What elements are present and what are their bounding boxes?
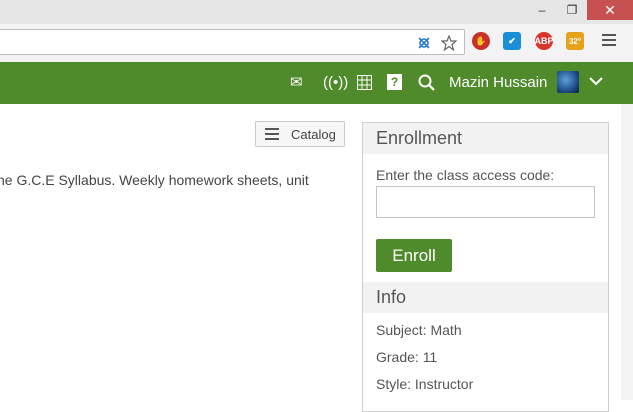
page-edge xyxy=(621,104,633,400)
calendar-icon[interactable] xyxy=(357,75,372,90)
search-icon[interactable] xyxy=(418,74,435,91)
broadcast-icon[interactable]: ((•)) xyxy=(323,74,348,92)
mail-icon[interactable]: ✉ xyxy=(290,74,303,92)
enrollment-title: Enrollment xyxy=(363,123,608,154)
minimize-button[interactable]: – xyxy=(527,0,557,20)
style-text: Style: Instructor xyxy=(376,376,474,392)
catalog-button[interactable]: Catalog xyxy=(255,121,345,147)
menu-icon xyxy=(265,125,279,143)
chevron-down-icon[interactable] xyxy=(589,76,603,86)
translate-icon[interactable] xyxy=(417,35,433,51)
avatar[interactable] xyxy=(557,71,579,93)
browser-menu-icon[interactable] xyxy=(602,34,616,49)
adblock-icon[interactable]: ABP xyxy=(535,32,554,50)
weather-icon[interactable]: 32° xyxy=(566,32,584,50)
access-code-input[interactable] xyxy=(376,186,595,218)
browser-toolbar: ✋ ✔ ABP 32° xyxy=(0,24,633,63)
app-header: ✉ ((•)) ? Mazin Hussain xyxy=(0,62,633,104)
window-controls: – ❐ ✕ xyxy=(527,0,633,20)
enroll-button[interactable]: Enroll xyxy=(376,239,452,272)
catalog-label: Catalog xyxy=(291,126,336,142)
help-icon[interactable]: ? xyxy=(387,74,402,90)
enrollment-panel: Enrollment Enter the class access code: … xyxy=(362,122,609,412)
ticket-icon[interactable]: ✔ xyxy=(503,32,521,50)
window-titlebar: – ❐ ✕ xyxy=(0,0,633,24)
user-name[interactable]: Mazin Hussain xyxy=(449,74,547,92)
restore-button[interactable]: ❐ xyxy=(557,0,587,20)
access-code-label: Enter the class access code: xyxy=(376,167,555,183)
grade-text: Grade: 11 xyxy=(376,349,438,365)
subject-text: Subject: Math xyxy=(376,322,462,338)
stop-hand-icon[interactable]: ✋ xyxy=(472,32,490,50)
info-title: Info xyxy=(363,282,608,313)
class-description: he G.C.E Syllabus. Weekly homework sheet… xyxy=(0,172,309,188)
close-button[interactable]: ✕ xyxy=(587,0,633,20)
weather-badge: 32° xyxy=(568,36,582,46)
bookmark-star-icon[interactable] xyxy=(441,35,457,51)
address-bar[interactable] xyxy=(0,29,465,55)
